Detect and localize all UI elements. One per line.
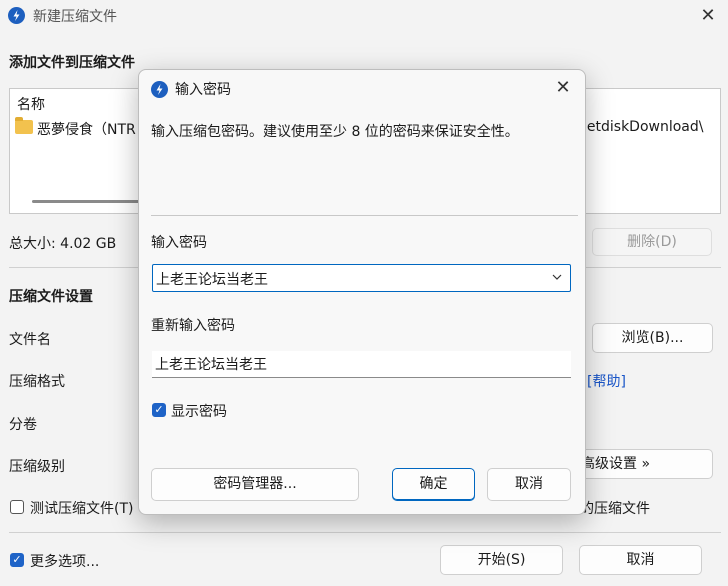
settings-section-title: 压缩文件设置 — [9, 289, 93, 305]
reenter-password-field[interactable]: 上老王论坛当老王 — [152, 351, 571, 378]
window-close-icon[interactable]: ✕ — [698, 6, 718, 26]
reenter-password-label: 重新输入密码 — [151, 318, 235, 334]
cancel-button[interactable]: 取消 — [579, 545, 702, 575]
partial-option-label: 的压缩文件 — [580, 501, 650, 517]
check-icon: ✓ — [12, 553, 22, 566]
dialog-close-icon[interactable]: ✕ — [553, 78, 573, 98]
level-label: 压缩级别 — [9, 459, 65, 475]
horizontal-scrollbar[interactable] — [32, 200, 152, 203]
show-password-checkbox[interactable]: ✓ — [152, 403, 166, 417]
files-section-title: 添加文件到压缩文件 — [9, 55, 135, 71]
file-name-label: 文件名 — [9, 332, 51, 348]
app-logo-icon — [8, 7, 25, 24]
dialog-cancel-button[interactable]: 取消 — [487, 468, 571, 501]
folder-icon — [15, 117, 33, 134]
test-archive-label: 测试压缩文件(T) — [30, 501, 134, 517]
show-password-label: 显示密码 — [171, 404, 227, 420]
divider — [9, 532, 721, 533]
total-size: 总大小: 4.02 GB — [9, 236, 117, 252]
test-archive-checkbox[interactable] — [10, 500, 24, 514]
dialog-divider — [151, 215, 578, 216]
check-icon: ✓ — [154, 403, 164, 416]
password-hint: 输入压缩包密码。建议使用至少 8 位的密码来保证安全性。 — [151, 124, 519, 140]
more-options-checkbox[interactable]: ✓ — [10, 553, 24, 567]
more-options-label: 更多选项... — [30, 554, 100, 570]
password-combobox[interactable]: 上老王论坛当老王 — [152, 264, 571, 292]
split-label: 分卷 — [9, 417, 37, 433]
password-dialog: 输入密码 ✕ 输入压缩包密码。建议使用至少 8 位的密码来保证安全性。 输入密码… — [138, 69, 586, 515]
password-value[interactable]: 上老王论坛当老王 — [156, 269, 268, 289]
app-logo-icon — [151, 81, 168, 98]
ok-button[interactable]: 确定 — [392, 468, 475, 501]
format-label: 压缩格式 — [9, 374, 65, 390]
file-name[interactable]: 恶夢侵食（NTR — [37, 119, 136, 139]
chevron-down-icon[interactable] — [552, 270, 562, 280]
delete-button[interactable]: 删除(D) — [592, 228, 712, 256]
file-path: letdiskDownload\ — [583, 119, 704, 135]
dialog-title: 输入密码 — [175, 82, 231, 98]
column-header-name[interactable]: 名称 — [17, 94, 45, 114]
browse-button[interactable]: 浏览(B)... — [592, 323, 713, 353]
window-title: 新建压缩文件 — [33, 9, 117, 25]
password-manager-button[interactable]: 密码管理器... — [151, 468, 359, 501]
password-label: 输入密码 — [151, 235, 207, 251]
help-link[interactable]: [帮助] — [587, 371, 626, 391]
start-button[interactable]: 开始(S) — [440, 545, 563, 575]
reenter-password-value[interactable]: 上老王论坛当老王 — [155, 354, 267, 374]
